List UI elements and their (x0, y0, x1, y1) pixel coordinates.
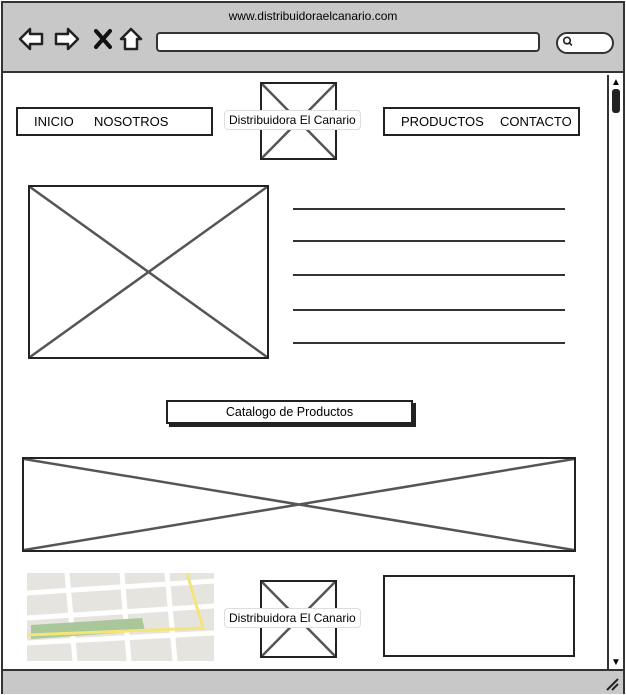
close-x-icon[interactable] (90, 25, 118, 53)
scroll-up-icon[interactable]: ▲ (611, 77, 621, 88)
nav-nosotros[interactable]: NOSOTROS (94, 114, 168, 129)
nav-productos[interactable]: PRODUCTOS (401, 114, 484, 129)
hero-image-placeholder (28, 185, 269, 359)
home-icon[interactable] (117, 25, 145, 53)
resize-grip-icon[interactable] (603, 675, 619, 691)
vertical-scrollbar[interactable]: ▲ ▼ (607, 75, 623, 671)
forward-arrow-icon[interactable] (53, 25, 81, 53)
browser-toolbar: www.distribuidoraelcanario.com (3, 3, 623, 73)
search-box[interactable] (556, 32, 614, 54)
search-icon (562, 36, 573, 47)
nav-contacto[interactable]: CONTACTO (500, 114, 572, 129)
catalog-button[interactable]: Catalogo de Productos (166, 400, 413, 424)
scroll-down-icon[interactable]: ▼ (611, 657, 621, 668)
back-arrow-icon[interactable] (17, 25, 45, 53)
text-line-placeholder (293, 274, 565, 276)
url-title: www.distribuidoraelcanario.com (228, 9, 398, 23)
catalog-banner-placeholder (22, 457, 576, 552)
status-bar (3, 669, 623, 694)
text-line-placeholder (293, 342, 565, 344)
footer-brand-name: Distribuidora El Canario (224, 608, 361, 628)
nav-inicio[interactable]: INICIO (34, 114, 74, 129)
scroll-thumb[interactable] (612, 89, 620, 113)
contact-box-placeholder (383, 575, 575, 657)
text-line-placeholder (293, 240, 565, 242)
text-line-placeholder (293, 208, 565, 210)
brand-name: Distribuidora El Canario (224, 110, 361, 130)
location-map[interactable] (27, 573, 214, 661)
text-line-placeholder (293, 309, 565, 311)
address-bar[interactable] (156, 32, 540, 52)
